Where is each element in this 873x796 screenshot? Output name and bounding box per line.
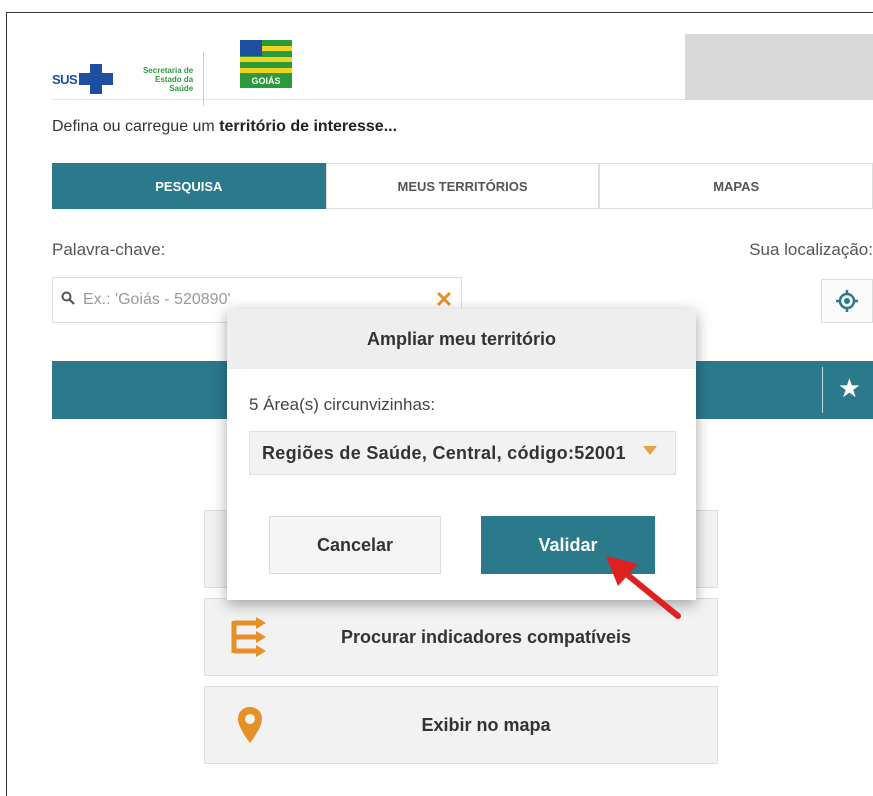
header-banner-placeholder — [685, 34, 873, 100]
locate-button[interactable] — [821, 279, 873, 323]
chevron-down-icon — [643, 446, 657, 455]
search-input[interactable] — [83, 291, 427, 309]
star-icon[interactable]: ★ — [838, 373, 861, 404]
goias-logo: GOIÁS — [240, 40, 292, 92]
sus-cross-icon — [79, 64, 114, 94]
search-icon — [53, 291, 83, 309]
red-arrow-icon — [606, 556, 681, 619]
modal-title: Ampliar meu território — [227, 309, 696, 369]
logo-separator — [203, 52, 205, 106]
find-indicators-label: Procurar indicadores compatíveis — [340, 626, 632, 647]
crosshair-icon — [836, 290, 858, 312]
header: SUS Secretaria de Estado da Saúde GOIÁS — [52, 34, 873, 106]
show-on-map-button[interactable]: Exibir no mapa — [204, 686, 718, 764]
sus-logo: SUS Secretaria de Estado da Saúde — [52, 52, 205, 106]
cancel-button[interactable]: Cancelar — [269, 516, 441, 574]
areas-label: 5 Área(s) circunvizinhas: — [249, 395, 436, 414]
goias-flag-canton — [240, 40, 262, 56]
bar-divider — [822, 367, 823, 413]
secretaria-text: Secretaria de Estado da Saúde — [142, 65, 194, 93]
goias-logo-text: GOIÁS — [240, 74, 292, 88]
tab-pesquisa[interactable]: PESQUISA — [52, 163, 326, 209]
intro-text: Defina ou carregue um território de inte… — [52, 118, 398, 135]
map-pin-icon — [205, 706, 295, 744]
location-label: Sua localização: — [749, 240, 873, 259]
sus-logo-text: SUS — [52, 71, 78, 87]
tab-meus-territorios[interactable]: MEUS TERRITÓRIOS — [325, 163, 600, 209]
selected-area-value: Regiões de Saúde, Central, código:52001 — [262, 442, 626, 463]
tab-mapas[interactable]: MAPAS — [599, 163, 873, 209]
branch-arrows-icon — [205, 617, 295, 657]
tab-bar: PESQUISA MEUS TERRITÓRIOS MAPAS — [52, 163, 873, 209]
keyword-label: Palavra-chave: — [52, 240, 166, 259]
show-on-map-label: Exibir no mapa — [421, 714, 551, 735]
neighbor-area-select[interactable]: Regiões de Saúde, Central, código:52001 — [249, 431, 676, 475]
